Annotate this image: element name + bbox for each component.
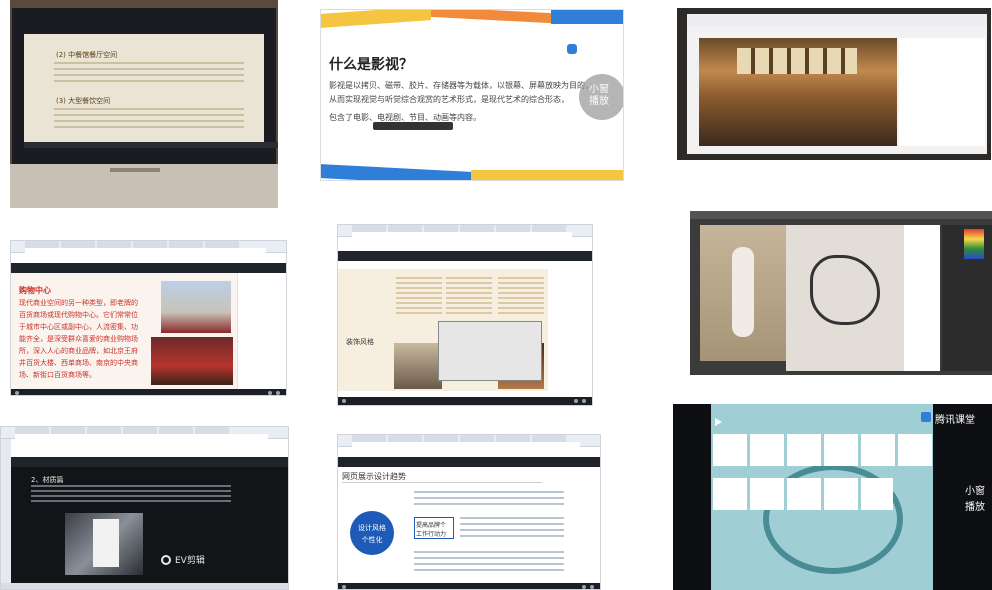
video-controls[interactable]: [338, 397, 592, 405]
slide-heading-1: (2) 中餐馆餐厅空间: [56, 51, 118, 59]
slide-line-2: 从而实现视觉与听觉综合观赏的艺术形式，是现代艺术的综合形态，: [329, 95, 569, 104]
browser-chrome: [338, 225, 592, 237]
slide-deco-orange: [431, 10, 551, 24]
thumbnail-material-lesson[interactable]: 2、材质篇 EV剪辑: [0, 426, 289, 590]
left-toolbar: [1, 439, 11, 589]
video-progress-bar: [24, 142, 278, 148]
text-block-bottom: [414, 551, 564, 571]
play-icon[interactable]: [715, 418, 722, 426]
slide-title: 网页展示设计趋势: [342, 472, 406, 481]
color-picker[interactable]: [964, 229, 984, 259]
slide-deco-bottom-yellow: [471, 170, 623, 180]
text-column-2: [446, 277, 492, 317]
thumbnail-decoration-style-lesson[interactable]: 装饰风格: [337, 224, 593, 406]
course-header-bar: [11, 263, 286, 273]
thumbnail-laptop-lecture-photo[interactable]: (2) 中餐馆餐厅空间 (3) 大型餐饮空间: [10, 0, 278, 208]
taskbar: [1, 583, 288, 589]
side-label: 装饰风格: [346, 338, 374, 346]
text-column-1: [396, 277, 442, 317]
small-window-line-2: 播放: [965, 502, 985, 513]
slide-heading: 2、材质篇: [31, 476, 64, 484]
player-topbar: [687, 14, 987, 26]
box-line-1: 提高品牌个: [416, 522, 447, 529]
chat-panel: [904, 225, 940, 371]
context-menu[interactable]: [93, 519, 119, 567]
slide-text-block-2: [54, 108, 244, 132]
course-header-bar: [338, 457, 600, 467]
course-header-bar: [11, 457, 288, 467]
small-window-label: 小窗播放: [589, 84, 609, 107]
text-column-3: [498, 277, 544, 317]
video-controls[interactable]: [338, 583, 600, 589]
chat-side-panel: [899, 38, 985, 146]
browser-chrome: [1, 427, 288, 439]
browser-chrome: [11, 241, 286, 253]
thumbnail-film-slide[interactable]: 什么是影视？ 影视是以拷贝、磁带、胶片、存储器等为载体，以银幕、屏幕放映为目的，…: [320, 9, 624, 181]
tencent-logo-icon: [567, 44, 577, 54]
building-photo-2: [151, 337, 233, 385]
small-window-line-1: 小窗: [965, 486, 985, 497]
slide-deco-bottom-blue: [321, 164, 471, 180]
slide-deco-blue: [551, 10, 623, 24]
filmstrip-row-2: [713, 478, 893, 510]
course-header-bar: [338, 251, 592, 261]
ev-logo-icon: [161, 555, 171, 565]
photo-windows: [737, 48, 857, 74]
box-line-2: 工作行动力: [416, 531, 447, 538]
ps-menu-bar: [690, 211, 992, 219]
dancer-figure: [732, 247, 754, 337]
circle-line-1: 设计风格: [358, 524, 386, 532]
tencent-classroom-logo-icon: [921, 412, 931, 422]
thumbnail-photoshop-drawing[interactable]: [690, 211, 992, 375]
building-photo-1: [161, 281, 231, 333]
thumbnail-shopping-center-lesson[interactable]: 购物中心 现代商业空间的另一种类型，即老牌的百货商场或现代购物中心。它们常常位于…: [10, 240, 287, 396]
player-toolbar[interactable]: [373, 122, 453, 130]
thumbnail-tencent-classroom[interactable]: 腾讯课堂 小窗 播放: [673, 404, 992, 590]
slide-line-1: 影视是以拷贝、磁带、胶片、存储器等为载体，以银幕、屏幕放映为目的，: [329, 81, 591, 90]
laptop-logo: [110, 168, 160, 172]
video-controls[interactable]: [11, 389, 286, 395]
chat-side-panel: [237, 273, 286, 389]
slide-text-lines: [31, 485, 231, 503]
slide-deco-yellow: [321, 10, 431, 28]
slide-heading: 购物中心: [19, 286, 51, 295]
watermark-label: EV剪辑: [175, 556, 205, 566]
browser-chrome: [338, 435, 600, 447]
slide-heading-2: (3) 大型餐饮空间: [56, 97, 111, 105]
screen-share-window: [438, 321, 542, 381]
slide-text-block-1: [54, 62, 244, 82]
thumbnail-web-design-lesson[interactable]: 网页展示设计趋势 设计风格 个性化 提高品牌个 工作行动力: [337, 434, 601, 590]
brand-label: 腾讯课堂: [935, 415, 975, 426]
filmstrip-row-1: [713, 434, 933, 466]
text-block-mid: [460, 517, 564, 539]
style-circle: [350, 511, 394, 555]
circle-line-2: 个性化: [361, 536, 383, 544]
gothic-photo: [394, 343, 442, 389]
title-underline: [342, 482, 542, 483]
thumbnail-restaurant-monitor[interactable]: [677, 8, 991, 160]
slide-title: 什么是影视？: [329, 57, 413, 73]
slide-body: 现代商业空间的另一种类型，即老牌的百货商场或现代购物中心。它们常常位于城市中心区…: [19, 299, 138, 379]
slide-line-3: 包含了电影、电视剧、节目、动画等内容。: [329, 113, 481, 122]
text-block-top: [414, 491, 564, 509]
